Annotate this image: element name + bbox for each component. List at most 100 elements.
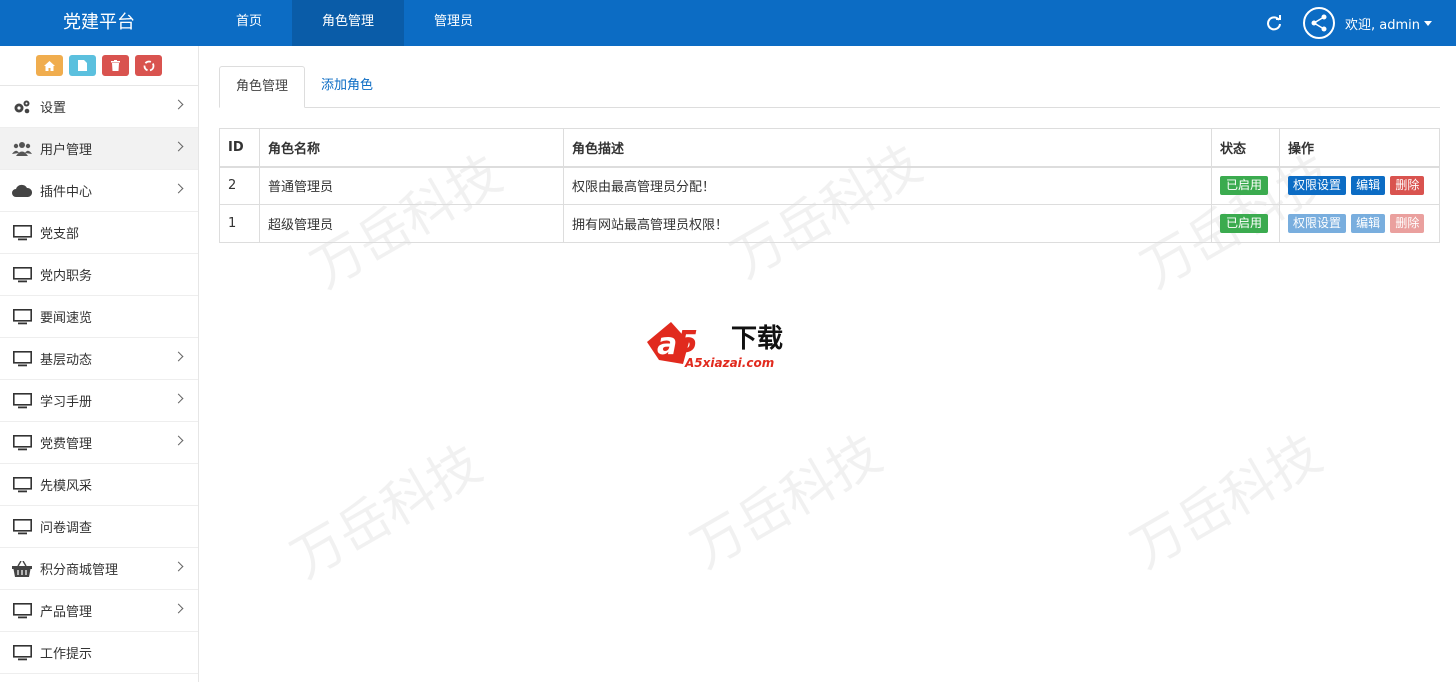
basket-icon bbox=[12, 560, 32, 577]
tab-role-management[interactable]: 角色管理 bbox=[219, 66, 306, 108]
monitor-icon bbox=[12, 350, 32, 367]
tab-add-role[interactable]: 添加角色 bbox=[305, 66, 389, 108]
home-shortcut-button[interactable] bbox=[36, 55, 63, 76]
edit-button: 编辑 bbox=[1351, 214, 1386, 233]
sidebar: 设置用户管理插件中心党支部党内职务要闻速览基层动态学习手册党费管理先模风采 问卷调… bbox=[0, 46, 199, 682]
shortcut-bar bbox=[0, 46, 198, 86]
monitor-icon bbox=[12, 434, 32, 451]
nav-item-roles[interactable]: 角色管理 bbox=[292, 0, 405, 46]
status-badge[interactable]: 已启用 bbox=[1220, 214, 1269, 233]
navbar-right: 欢迎, admin bbox=[1265, 0, 1432, 46]
chevron-right-icon bbox=[173, 435, 184, 446]
top-navbar: 党建平台 首页 角色管理 管理员 欢迎, admin bbox=[0, 0, 1456, 46]
monitor-icon bbox=[12, 392, 32, 409]
sidebar-item-label: 插件中心 bbox=[40, 185, 93, 200]
sidebar-item-label: 产品管理 bbox=[40, 605, 93, 620]
cell-actions: 权限设置 编辑 删除 bbox=[1279, 204, 1440, 243]
tab-bar: 角色管理 添加角色 bbox=[219, 66, 1440, 108]
users-icon bbox=[12, 141, 32, 157]
logo-title: 下载 bbox=[731, 324, 784, 354]
chevron-right-icon bbox=[173, 561, 184, 572]
cell-description: 拥有网站最高管理员权限！ bbox=[563, 204, 1212, 243]
column-header-id: ID bbox=[219, 128, 260, 168]
chevron-right-icon bbox=[173, 183, 184, 194]
permission-settings-button[interactable]: 权限设置 bbox=[1288, 176, 1347, 196]
sidebar-item[interactable]: 党内职务 bbox=[0, 254, 198, 296]
file-icon bbox=[78, 60, 87, 71]
nav-item-admins[interactable]: 管理员 bbox=[404, 0, 503, 46]
a5-logo: a 5 下载 A5xiazai.com bbox=[645, 312, 805, 374]
file-shortcut-button[interactable] bbox=[69, 55, 96, 76]
watermark: 万岳科技 bbox=[681, 424, 892, 581]
sidebar-item-label: 设置 bbox=[40, 101, 67, 116]
main-nav: 首页 角色管理 管理员 bbox=[206, 0, 503, 46]
share-icon bbox=[1311, 14, 1327, 32]
sidebar-item[interactable]: 问卷调查 bbox=[0, 506, 198, 548]
user-menu[interactable]: 欢迎, admin bbox=[1345, 14, 1432, 33]
sidebar-item-label: 党支部 bbox=[40, 227, 80, 242]
table-header-row: ID 角色名称 角色描述 状态 操作 bbox=[219, 128, 1440, 168]
sidebar-item[interactable]: 学习手册 bbox=[0, 380, 198, 422]
sidebar-item-label: 基层动态 bbox=[40, 353, 93, 368]
sidebar-item[interactable]: 插件中心 bbox=[0, 170, 198, 212]
sidebar-item[interactable]: 党费管理 bbox=[0, 422, 198, 464]
table-row: 2 普通管理员 权限由最高管理员分配！ 已启用 权限设置 编辑 删除 bbox=[219, 166, 1440, 205]
monitor-icon bbox=[12, 224, 32, 241]
svg-text:a: a bbox=[657, 327, 677, 362]
sidebar-item-label: 要闻速览 bbox=[40, 311, 93, 326]
column-header-description: 角色描述 bbox=[563, 128, 1212, 168]
cell-name: 普通管理员 bbox=[259, 166, 564, 205]
chevron-right-icon bbox=[173, 603, 184, 614]
cloud-icon bbox=[12, 183, 32, 199]
refresh-icon[interactable] bbox=[1265, 14, 1283, 32]
cell-status: 已启用 bbox=[1211, 204, 1280, 243]
cell-id: 2 bbox=[219, 166, 260, 205]
nav-item-home[interactable]: 首页 bbox=[206, 0, 292, 46]
column-header-status: 状态 bbox=[1211, 128, 1280, 168]
monitor-icon bbox=[12, 644, 32, 661]
table-row: 1 超级管理员 拥有网站最高管理员权限！ 已启用 权限设置 编辑 删除 bbox=[219, 204, 1440, 243]
sidebar-item-label: 工作提示 bbox=[40, 647, 93, 662]
cell-id: 1 bbox=[219, 204, 260, 243]
chevron-right-icon bbox=[173, 141, 184, 152]
sidebar-item-label: 党费管理 bbox=[40, 437, 93, 452]
watermark: 万岳科技 bbox=[1121, 424, 1332, 581]
chevron-right-icon bbox=[173, 99, 184, 110]
recycle-shortcut-button[interactable] bbox=[135, 55, 162, 76]
roles-table: ID 角色名称 角色描述 状态 操作 2 普通管理员 权限由最高管理员分配！ 已… bbox=[219, 128, 1440, 243]
welcome-text: 欢迎, admin bbox=[1345, 17, 1420, 33]
sidebar-item[interactable]: 积分商城管理 bbox=[0, 548, 198, 590]
cell-name: 超级管理员 bbox=[259, 204, 564, 243]
sidebar-item[interactable]: 党支部 bbox=[0, 212, 198, 254]
chevron-right-icon bbox=[173, 393, 184, 404]
monitor-icon bbox=[12, 476, 32, 493]
monitor-icon bbox=[12, 518, 32, 535]
column-header-name: 角色名称 bbox=[259, 128, 564, 168]
cell-actions: 权限设置 编辑 删除 bbox=[1279, 166, 1440, 205]
cell-description: 权限由最高管理员分配！ bbox=[563, 166, 1212, 205]
recycle-icon bbox=[143, 60, 154, 71]
sidebar-item[interactable]: 设置 bbox=[0, 86, 198, 128]
sidebar-item[interactable]: 用户管理 bbox=[0, 128, 198, 170]
sidebar-item[interactable]: 产品管理 bbox=[0, 590, 198, 632]
cell-status: 已启用 bbox=[1211, 166, 1280, 205]
edit-button[interactable]: 编辑 bbox=[1351, 176, 1386, 196]
delete-button[interactable]: 删除 bbox=[1390, 176, 1425, 196]
trash-shortcut-button[interactable] bbox=[102, 55, 129, 76]
permission-settings-button: 权限设置 bbox=[1288, 214, 1347, 233]
watermark: 万岳科技 bbox=[281, 434, 492, 591]
avatar[interactable] bbox=[1303, 7, 1335, 39]
brand-title[interactable]: 党建平台 bbox=[0, 0, 198, 46]
svg-text:5: 5 bbox=[677, 325, 698, 360]
status-badge[interactable]: 已启用 bbox=[1220, 176, 1269, 196]
sidebar-item[interactable]: 工作提示 bbox=[0, 632, 198, 674]
trash-icon bbox=[111, 60, 120, 71]
sidebar-item[interactable]: 基层动态 bbox=[0, 338, 198, 380]
sidebar-item[interactable]: 要闻速览 bbox=[0, 296, 198, 338]
sidebar-item[interactable]: 先模风采 bbox=[0, 464, 198, 506]
monitor-icon bbox=[12, 308, 32, 325]
monitor-icon bbox=[12, 266, 32, 283]
sidebar-item-label: 学习手册 bbox=[40, 395, 93, 410]
main-content: 角色管理 添加角色 ID 角色名称 角色描述 状态 操作 2 普通管理员 权限由… bbox=[219, 66, 1440, 243]
monitor-icon bbox=[12, 602, 32, 619]
